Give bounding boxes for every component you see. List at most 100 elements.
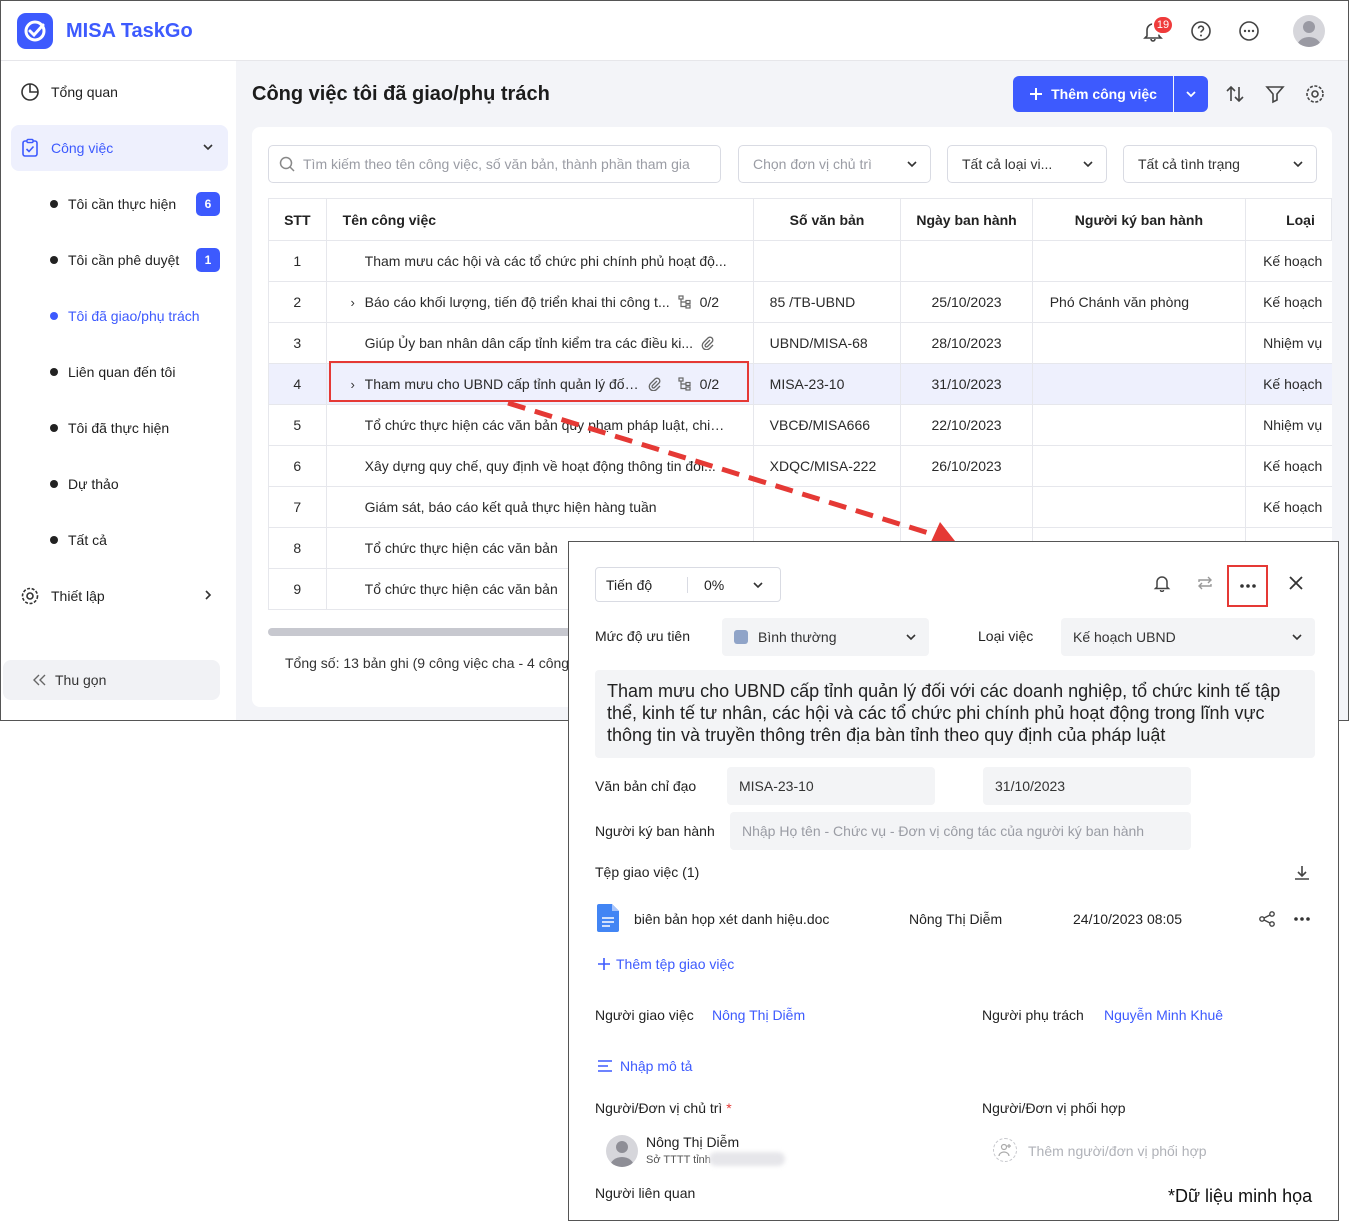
- priority-value: Bình thường: [758, 629, 837, 645]
- priority-label: Mức độ ưu tiên: [595, 628, 691, 644]
- nav-work[interactable]: Công việc: [11, 125, 228, 171]
- task-type-select[interactable]: Kế hoạch UBND: [1061, 618, 1315, 656]
- bell-icon[interactable]: [1153, 574, 1171, 592]
- host-unit-select[interactable]: Chọn đơn vị chủ trì: [738, 145, 931, 183]
- help-icon[interactable]: [1189, 19, 1213, 43]
- col-header-doc[interactable]: Số văn bản: [752, 198, 902, 241]
- cell-stt: 3: [268, 322, 327, 364]
- cell-name[interactable]: Giám sát, báo cáo kết quả thực hiện hàng…: [325, 486, 754, 528]
- sub-all[interactable]: Tất cả: [50, 525, 220, 555]
- close-icon[interactable]: [1288, 575, 1304, 591]
- sort-icon[interactable]: [1223, 82, 1247, 106]
- task-name[interactable]: Tổ chức thực hiện các văn bản: [365, 540, 558, 556]
- bullet-icon: [50, 200, 58, 208]
- col-header-name[interactable]: Tên công việc: [325, 198, 754, 241]
- add-task-dropdown[interactable]: [1174, 76, 1208, 112]
- cell-doc: [752, 486, 901, 528]
- illustrative-data-note: *Dữ liệu minh họa: [1168, 1186, 1313, 1206]
- count-badge: 1: [196, 248, 220, 272]
- add-file-link[interactable]: Thêm tệp giao việc: [598, 956, 734, 972]
- more-options-button[interactable]: [1227, 565, 1268, 607]
- table-row[interactable]: 6 Xây dựng quy chế, quy định về hoạt động…: [268, 445, 1332, 487]
- priority-select[interactable]: Bình thường: [722, 618, 929, 656]
- sub-related[interactable]: Liên quan đến tôi: [50, 357, 220, 387]
- table-row[interactable]: 5 Tổ chức thực hiện các văn bản quy phạm …: [268, 404, 1332, 446]
- user-avatar[interactable]: [1293, 15, 1325, 47]
- col-header-stt[interactable]: STT: [268, 198, 327, 241]
- settings-gear-icon[interactable]: [1303, 82, 1327, 106]
- task-name[interactable]: Tổ chức thực hiện các văn bản: [365, 581, 558, 597]
- files-label: Tệp giao việc (1): [595, 864, 700, 880]
- filter-icon[interactable]: [1263, 82, 1287, 106]
- expand-chevron-icon[interactable]: ›: [341, 295, 365, 310]
- sub-draft[interactable]: Dự thảo: [50, 469, 220, 499]
- nav-settings[interactable]: Thiết lập: [11, 573, 228, 619]
- cell-type: Kế hoạch: [1245, 486, 1332, 528]
- cell-name[interactable]: Tham mưu các hội và các tổ chức phi chín…: [325, 240, 754, 282]
- owner-name[interactable]: Nguyễn Minh Khuê: [1104, 1007, 1223, 1023]
- cell-stt: 4: [268, 363, 327, 405]
- col-header-date[interactable]: Ngày ban hành: [900, 198, 1033, 241]
- cell-type: Kế hoạch: [1245, 445, 1332, 487]
- task-name[interactable]: Giám sát, báo cáo kết quả thực hiện hàng…: [365, 499, 657, 515]
- table-row[interactable]: 1 Tham mưu các hội và các tổ chức phi chí…: [268, 240, 1332, 282]
- app-logo-icon[interactable]: [17, 13, 53, 49]
- assigner-name[interactable]: Nông Thị Diễm: [712, 1007, 805, 1023]
- sub-assigned[interactable]: Tôi đã giao/phụ trách: [50, 301, 220, 331]
- table-row[interactable]: 3 Giúp Ủy ban nhân dân cấp tỉnh kiểm tra …: [268, 322, 1332, 364]
- file-name[interactable]: biên bản họp xét danh hiệu.doc: [634, 911, 829, 927]
- signer-input[interactable]: Nhập Họ tên - Chức vụ - Đơn vị công tác …: [730, 812, 1191, 850]
- cell-signer: [1031, 240, 1246, 282]
- table-row[interactable]: 2 › Báo cáo khối lượng, tiến độ triển khai…: [268, 281, 1332, 323]
- doc-number-field[interactable]: MISA-23-10: [727, 767, 935, 805]
- sub-to-approve-label: Tôi cần phê duyệt: [68, 252, 180, 268]
- task-name[interactable]: Tổ chức thực hiện các văn bản quy phạm p…: [365, 417, 730, 433]
- host-name[interactable]: Nông Thị Diễm: [646, 1134, 739, 1150]
- cell-name[interactable]: Tổ chức thực hiện các văn bản quy phạm p…: [325, 404, 754, 446]
- nav-overview-label: Tổng quan: [51, 84, 118, 100]
- doc-date-field[interactable]: 31/10/2023: [983, 767, 1191, 805]
- more-apps-icon[interactable]: [1237, 19, 1261, 43]
- chevron-down-icon: [1291, 631, 1303, 643]
- add-description-link[interactable]: Nhập mô tả: [598, 1058, 692, 1074]
- task-title-field[interactable]: Tham mưu cho UBND cấp tỉnh quản lý đối v…: [595, 670, 1315, 758]
- more-horizontal-icon: [1239, 583, 1257, 589]
- task-name[interactable]: Báo cáo khối lượng, tiến độ triển khai t…: [365, 294, 670, 310]
- sub-to-do[interactable]: Tôi cần thực hiện 6: [50, 189, 220, 219]
- file-more-icon[interactable]: [1293, 916, 1311, 922]
- cell-date: [900, 486, 1033, 528]
- sub-to-approve[interactable]: Tôi cần phê duyệt 1: [50, 245, 220, 275]
- collapse-button[interactable]: Thu gọn: [3, 660, 220, 700]
- cell-name[interactable]: Giúp Ủy ban nhân dân cấp tỉnh kiểm tra c…: [325, 322, 754, 364]
- progress-select[interactable]: Tiến độ 0%: [595, 567, 781, 602]
- nav-overview[interactable]: Tổng quan: [11, 69, 228, 115]
- sub-to-do-label: Tôi cần thực hiện: [68, 196, 177, 212]
- col-header-type[interactable]: Loại: [1245, 198, 1332, 241]
- share-icon[interactable]: [1258, 910, 1276, 928]
- clipboard-check-icon: [19, 137, 41, 159]
- cell-date: 25/10/2023: [900, 281, 1033, 323]
- download-icon[interactable]: [1293, 864, 1311, 882]
- task-name[interactable]: Xây dựng quy chế, quy định về hoạt động …: [365, 458, 716, 474]
- required-mark: *: [726, 1100, 732, 1116]
- task-type-select[interactable]: Tất cả loại vi...: [947, 145, 1107, 183]
- table-row[interactable]: 7 Giám sát, báo cáo kết quả thực hiện hàn…: [268, 486, 1332, 528]
- status-select[interactable]: Tất cả tình trạng: [1123, 145, 1317, 183]
- highlight-box-row: [329, 361, 749, 402]
- task-name[interactable]: Tham mưu các hội và các tổ chức phi chín…: [365, 253, 727, 269]
- chevron-right-icon: [202, 589, 214, 601]
- search-input[interactable]: Tìm kiếm theo tên công việc, số văn bản,…: [268, 145, 721, 183]
- cell-doc: MISA-23-10: [752, 363, 901, 405]
- sub-assigned-label: Tôi đã giao/phụ trách: [68, 308, 200, 324]
- sub-done[interactable]: Tôi đã thực hiện: [50, 413, 220, 443]
- add-person-icon[interactable]: [993, 1138, 1017, 1162]
- cell-name[interactable]: › Báo cáo khối lượng, tiến độ triển khai …: [325, 281, 754, 323]
- cell-name[interactable]: Xây dựng quy chế, quy định về hoạt động …: [325, 445, 754, 487]
- bullet-icon: [50, 424, 58, 432]
- cell-type: Kế hoạch: [1245, 281, 1332, 323]
- task-name[interactable]: Giúp Ủy ban nhân dân cấp tỉnh kiểm tra c…: [365, 335, 693, 351]
- col-header-signer[interactable]: Người ký ban hành: [1031, 198, 1247, 241]
- repeat-icon[interactable]: [1196, 574, 1214, 592]
- coop-placeholder[interactable]: Thêm người/đơn vị phối hợp: [1028, 1143, 1207, 1159]
- add-task-button[interactable]: Thêm công việc: [1013, 76, 1173, 112]
